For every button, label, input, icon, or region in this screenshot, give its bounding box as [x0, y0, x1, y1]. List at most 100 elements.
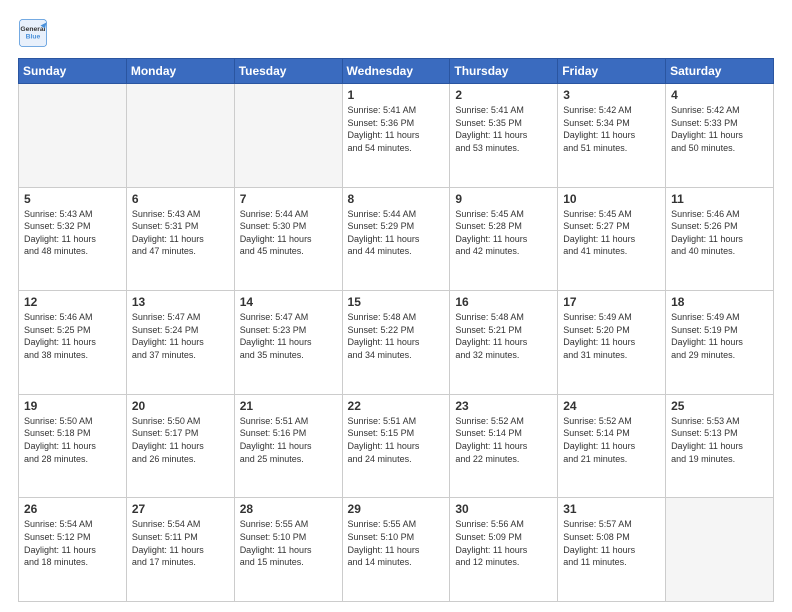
day-info: Sunrise: 5:41 AM Sunset: 5:36 PM Dayligh… [348, 104, 445, 154]
day-cell: 7 Sunrise: 5:44 AM Sunset: 5:30 PM Daylig… [234, 187, 342, 291]
day-number: 27 [132, 502, 229, 516]
day-info: Sunrise: 5:52 AM Sunset: 5:14 PM Dayligh… [455, 415, 552, 465]
svg-text:Blue: Blue [26, 33, 41, 40]
day-info: Sunrise: 5:46 AM Sunset: 5:26 PM Dayligh… [671, 208, 768, 258]
day-info: Sunrise: 5:48 AM Sunset: 5:22 PM Dayligh… [348, 311, 445, 361]
day-cell: 19 Sunrise: 5:50 AM Sunset: 5:18 PM Dayli… [19, 394, 127, 498]
day-cell: 29Sunrise: 5:55 AM Sunset: 5:10 PM Dayli… [342, 498, 450, 602]
week-row-2: 5 Sunrise: 5:43 AM Sunset: 5:32 PM Daylig… [19, 187, 774, 291]
day-cell: 16 Sunrise: 5:48 AM Sunset: 5:21 PM Dayli… [450, 291, 558, 395]
week-row-4: 19 Sunrise: 5:50 AM Sunset: 5:18 PM Dayli… [19, 394, 774, 498]
day-number: 18 [671, 295, 768, 309]
day-cell: 5 Sunrise: 5:43 AM Sunset: 5:32 PM Daylig… [19, 187, 127, 291]
weekday-monday: Monday [126, 59, 234, 84]
day-number: 20 [132, 399, 229, 413]
day-info: Sunrise: 5:48 AM Sunset: 5:21 PM Dayligh… [455, 311, 552, 361]
day-info: Sunrise: 5:44 AM Sunset: 5:29 PM Dayligh… [348, 208, 445, 258]
weekday-friday: Friday [558, 59, 666, 84]
day-cell: 21 Sunrise: 5:51 AM Sunset: 5:16 PM Dayli… [234, 394, 342, 498]
day-number: 6 [132, 192, 229, 206]
day-number: 8 [348, 192, 445, 206]
day-cell: 24Sunrise: 5:52 AM Sunset: 5:14 PM Dayli… [558, 394, 666, 498]
day-number: 25 [671, 399, 768, 413]
day-info: Sunrise: 5:43 AM Sunset: 5:32 PM Dayligh… [24, 208, 121, 258]
weekday-wednesday: Wednesday [342, 59, 450, 84]
week-row-1: 1 Sunrise: 5:41 AM Sunset: 5:36 PM Daylig… [19, 84, 774, 188]
day-number: 7 [240, 192, 337, 206]
day-info: Sunrise: 5:47 AM Sunset: 5:24 PM Dayligh… [132, 311, 229, 361]
day-cell: 31Sunrise: 5:57 AM Sunset: 5:08 PM Dayli… [558, 498, 666, 602]
day-info: Sunrise: 5:52 AM Sunset: 5:14 PM Dayligh… [563, 415, 660, 465]
day-info: Sunrise: 5:46 AM Sunset: 5:25 PM Dayligh… [24, 311, 121, 361]
day-info: Sunrise: 5:54 AM Sunset: 5:11 PM Dayligh… [132, 518, 229, 568]
day-number: 12 [24, 295, 121, 309]
day-info: Sunrise: 5:44 AM Sunset: 5:30 PM Dayligh… [240, 208, 337, 258]
day-cell: 9 Sunrise: 5:45 AM Sunset: 5:28 PM Daylig… [450, 187, 558, 291]
day-cell [126, 84, 234, 188]
day-cell: 6 Sunrise: 5:43 AM Sunset: 5:31 PM Daylig… [126, 187, 234, 291]
day-number: 14 [240, 295, 337, 309]
day-cell: 15 Sunrise: 5:48 AM Sunset: 5:22 PM Dayli… [342, 291, 450, 395]
day-info: Sunrise: 5:50 AM Sunset: 5:17 PM Dayligh… [132, 415, 229, 465]
weekday-saturday: Saturday [666, 59, 774, 84]
day-info: Sunrise: 5:45 AM Sunset: 5:27 PM Dayligh… [563, 208, 660, 258]
day-number: 15 [348, 295, 445, 309]
day-number: 10 [563, 192, 660, 206]
logo-icon: General Blue [18, 18, 48, 48]
day-info: Sunrise: 5:45 AM Sunset: 5:28 PM Dayligh… [455, 208, 552, 258]
day-number: 29 [348, 502, 445, 516]
day-info: Sunrise: 5:43 AM Sunset: 5:31 PM Dayligh… [132, 208, 229, 258]
day-info: Sunrise: 5:50 AM Sunset: 5:18 PM Dayligh… [24, 415, 121, 465]
day-cell: 8 Sunrise: 5:44 AM Sunset: 5:29 PM Daylig… [342, 187, 450, 291]
header: General Blue [18, 18, 774, 48]
day-number: 28 [240, 502, 337, 516]
day-cell: 14 Sunrise: 5:47 AM Sunset: 5:23 PM Dayli… [234, 291, 342, 395]
day-info: Sunrise: 5:49 AM Sunset: 5:20 PM Dayligh… [563, 311, 660, 361]
day-info: Sunrise: 5:51 AM Sunset: 5:16 PM Dayligh… [240, 415, 337, 465]
day-number: 17 [563, 295, 660, 309]
day-number: 1 [348, 88, 445, 102]
day-cell: 20 Sunrise: 5:50 AM Sunset: 5:17 PM Dayli… [126, 394, 234, 498]
day-number: 21 [240, 399, 337, 413]
day-cell: 13Sunrise: 5:47 AM Sunset: 5:24 PM Dayli… [126, 291, 234, 395]
weekday-sunday: Sunday [19, 59, 127, 84]
day-number: 31 [563, 502, 660, 516]
day-cell [666, 498, 774, 602]
weekday-thursday: Thursday [450, 59, 558, 84]
day-cell: 30Sunrise: 5:56 AM Sunset: 5:09 PM Dayli… [450, 498, 558, 602]
day-number: 22 [348, 399, 445, 413]
day-info: Sunrise: 5:49 AM Sunset: 5:19 PM Dayligh… [671, 311, 768, 361]
day-number: 11 [671, 192, 768, 206]
day-cell: 4 Sunrise: 5:42 AM Sunset: 5:33 PM Daylig… [666, 84, 774, 188]
week-row-5: 26Sunrise: 5:54 AM Sunset: 5:12 PM Dayli… [19, 498, 774, 602]
svg-text:General: General [20, 26, 45, 33]
day-info: Sunrise: 5:51 AM Sunset: 5:15 PM Dayligh… [348, 415, 445, 465]
day-info: Sunrise: 5:42 AM Sunset: 5:33 PM Dayligh… [671, 104, 768, 154]
day-cell: 11 Sunrise: 5:46 AM Sunset: 5:26 PM Dayli… [666, 187, 774, 291]
day-cell: 2Sunrise: 5:41 AM Sunset: 5:35 PM Daylig… [450, 84, 558, 188]
day-info: Sunrise: 5:42 AM Sunset: 5:34 PM Dayligh… [563, 104, 660, 154]
day-info: Sunrise: 5:47 AM Sunset: 5:23 PM Dayligh… [240, 311, 337, 361]
day-number: 19 [24, 399, 121, 413]
day-number: 26 [24, 502, 121, 516]
day-cell: 12 Sunrise: 5:46 AM Sunset: 5:25 PM Dayli… [19, 291, 127, 395]
weekday-tuesday: Tuesday [234, 59, 342, 84]
day-number: 9 [455, 192, 552, 206]
weekday-header-row: SundayMondayTuesdayWednesdayThursdayFrid… [19, 59, 774, 84]
day-cell: 17 Sunrise: 5:49 AM Sunset: 5:20 PM Dayli… [558, 291, 666, 395]
day-number: 5 [24, 192, 121, 206]
day-cell: 28 Sunrise: 5:55 AM Sunset: 5:10 PM Dayli… [234, 498, 342, 602]
day-info: Sunrise: 5:55 AM Sunset: 5:10 PM Dayligh… [240, 518, 337, 568]
day-cell: 3 Sunrise: 5:42 AM Sunset: 5:34 PM Daylig… [558, 84, 666, 188]
day-number: 3 [563, 88, 660, 102]
day-number: 30 [455, 502, 552, 516]
day-cell: 18 Sunrise: 5:49 AM Sunset: 5:19 PM Dayli… [666, 291, 774, 395]
day-number: 16 [455, 295, 552, 309]
day-cell: 26Sunrise: 5:54 AM Sunset: 5:12 PM Dayli… [19, 498, 127, 602]
day-info: Sunrise: 5:53 AM Sunset: 5:13 PM Dayligh… [671, 415, 768, 465]
day-cell: 22 Sunrise: 5:51 AM Sunset: 5:15 PM Dayli… [342, 394, 450, 498]
day-cell: 1 Sunrise: 5:41 AM Sunset: 5:36 PM Daylig… [342, 84, 450, 188]
day-number: 2 [455, 88, 552, 102]
day-number: 4 [671, 88, 768, 102]
day-cell: 23Sunrise: 5:52 AM Sunset: 5:14 PM Dayli… [450, 394, 558, 498]
